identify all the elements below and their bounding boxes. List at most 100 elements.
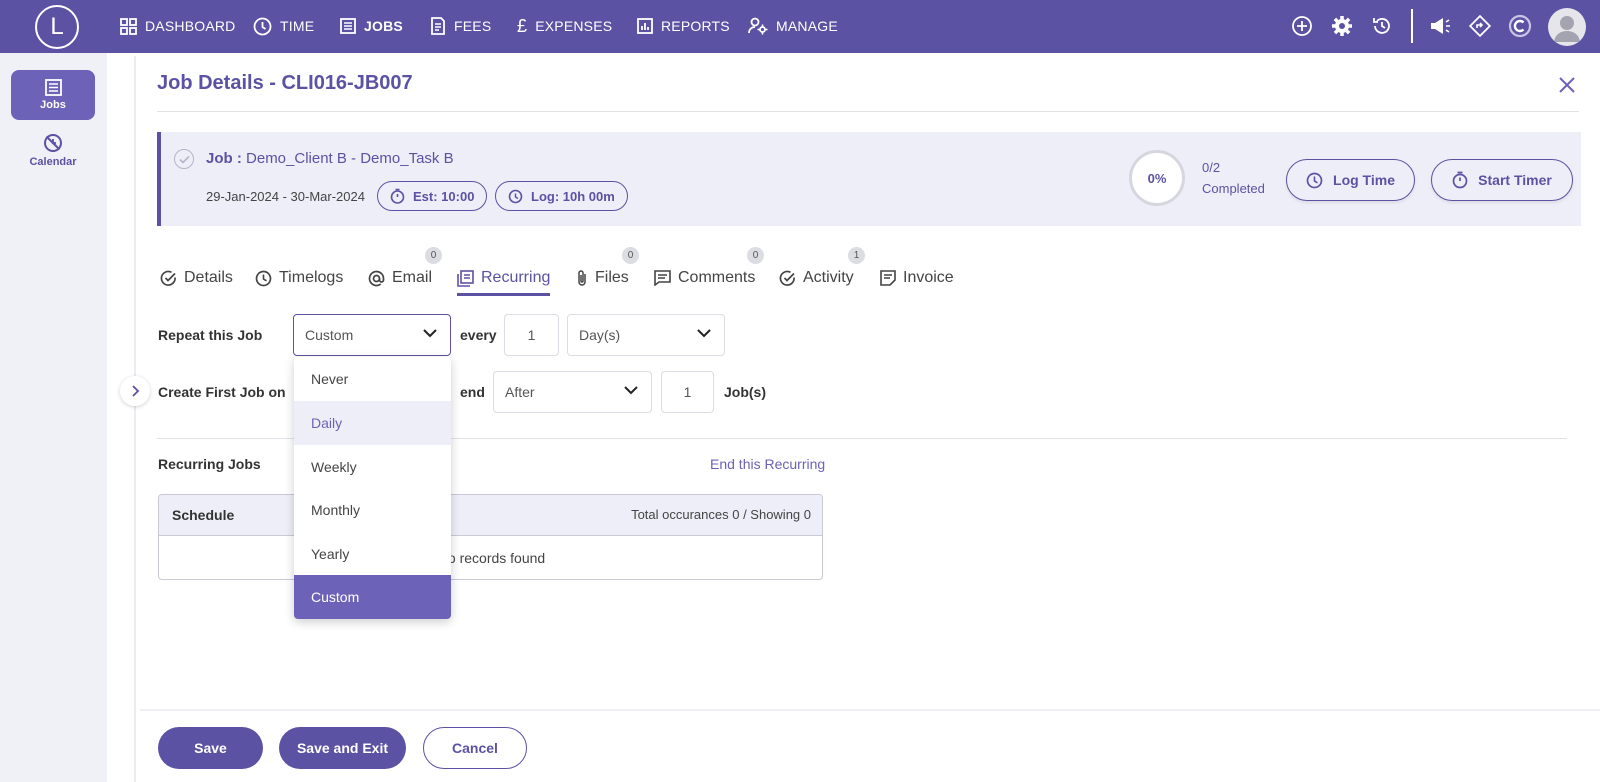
check-circle-icon — [160, 270, 177, 287]
tab-comments[interactable]: Comments — [654, 262, 755, 294]
job-name-value: Demo_Client B - Demo_Task B — [246, 150, 454, 167]
start-timer-button[interactable]: Start Timer — [1431, 159, 1573, 201]
gear-icon[interactable] — [1329, 13, 1355, 39]
progress-percent: 0% — [1147, 170, 1167, 186]
diamond-direction-icon[interactable] — [1467, 13, 1493, 39]
every-input[interactable] — [504, 314, 559, 356]
repeat-select[interactable]: Custom — [293, 314, 451, 356]
email-count-badge: 0 — [425, 247, 442, 264]
dropdown-option-monthly[interactable]: Monthly — [294, 488, 451, 532]
end-recurring-link[interactable]: End this Recurring — [710, 456, 825, 472]
tab-label: Comments — [678, 269, 756, 286]
stopwatch-icon — [1452, 171, 1468, 189]
table-header: Schedule Total occurances 0 / Showing 0 — [159, 495, 822, 536]
c-brand-icon[interactable] — [1507, 13, 1533, 39]
manage-icon — [748, 17, 768, 35]
activity-count-badge: 1 — [848, 247, 865, 264]
total-occurances: Total occurances 0 / Showing 0 — [631, 507, 811, 522]
sidebar-item-calendar[interactable]: Calendar — [11, 125, 95, 175]
estimate-badge: Est: 10:00 — [377, 181, 488, 211]
megaphone-icon[interactable] — [1427, 13, 1453, 39]
nav-label: EXPENSES — [535, 18, 613, 34]
bar-chart-icon — [637, 18, 653, 34]
nav-expenses[interactable]: £ EXPENSES — [517, 14, 612, 38]
comment-icon — [654, 270, 671, 286]
close-icon[interactable] — [1556, 74, 1578, 96]
chevron-down-icon — [423, 329, 437, 338]
recurring-jobs-title: Recurring Jobs — [158, 456, 261, 472]
save-and-exit-button[interactable]: Save and Exit — [279, 727, 406, 769]
complete-check-icon[interactable] — [174, 149, 194, 169]
nav-time[interactable]: TIME — [253, 14, 314, 38]
clock-icon — [255, 270, 272, 287]
clock-icon — [1306, 172, 1323, 189]
nav-dashboard[interactable]: DASHBOARD — [120, 14, 235, 38]
tab-activity[interactable]: Activity — [779, 262, 854, 294]
nav-fees[interactable]: FEES — [430, 14, 491, 38]
recurring-icon — [457, 269, 474, 287]
left-sidebar: Jobs Calendar — [0, 53, 107, 782]
dropdown-option-custom[interactable]: Custom — [294, 575, 451, 619]
page-title: Job Details - CLI016-JB007 — [157, 72, 413, 94]
tab-files[interactable]: Files — [576, 262, 629, 294]
dropdown-option-weekly[interactable]: Weekly — [294, 445, 451, 489]
sidebar-item-label: Calendar — [29, 155, 77, 168]
clock-icon — [508, 189, 523, 204]
tab-timelogs[interactable]: Timelogs — [255, 262, 343, 294]
logged-badge: Log: 10h 00m — [495, 181, 628, 211]
nav-jobs[interactable]: JOBS — [340, 14, 403, 38]
comments-count-badge: 0 — [747, 247, 764, 264]
job-dates: 29-Jan-2024 - 30-Mar-2024 — [206, 189, 365, 204]
empty-state: No records found — [437, 550, 546, 566]
estimate-text: Est: 10:00 — [413, 188, 475, 204]
logged-text: Log: 10h 00m — [531, 188, 615, 204]
nav-label: REPORTS — [661, 18, 730, 34]
tab-label: Recurring — [481, 269, 551, 286]
cancel-button[interactable]: Cancel — [423, 727, 527, 769]
sidebar-item-jobs[interactable]: Jobs — [11, 70, 95, 120]
dropdown-option-yearly[interactable]: Yearly — [294, 532, 451, 576]
add-circle-icon[interactable] — [1289, 13, 1315, 39]
progress-ring: 0% — [1129, 150, 1185, 206]
completed-count: 0/2 — [1202, 160, 1221, 175]
chevron-down-icon — [697, 329, 711, 338]
nav-label: DASHBOARD — [145, 18, 236, 34]
log-time-label: Log Time — [1333, 172, 1395, 188]
repeat-select-value: Custom — [305, 327, 354, 343]
nav-manage[interactable]: MANAGE — [748, 14, 838, 38]
calendar-off-icon — [43, 133, 63, 153]
tab-email[interactable]: Email — [368, 262, 432, 294]
end-select[interactable]: After — [493, 371, 652, 413]
unit-select[interactable]: Day(s) — [567, 314, 725, 356]
history-icon[interactable] — [1369, 13, 1395, 39]
end-count-input[interactable] — [661, 371, 714, 413]
top-navbar: L DASHBOARD TIME JOBS FEES £ EXPENSES RE… — [0, 0, 1600, 53]
receipt-icon — [430, 17, 446, 35]
tab-details[interactable]: Details — [160, 262, 233, 294]
every-label: every — [460, 327, 497, 343]
dropdown-option-never[interactable]: Never — [294, 357, 451, 401]
tab-label: Timelogs — [279, 269, 344, 286]
dropdown-option-daily[interactable]: Daily — [294, 401, 451, 445]
completed-label: Completed — [1202, 181, 1265, 196]
files-count-badge: 0 — [622, 247, 639, 264]
expand-sidebar-button[interactable] — [120, 376, 150, 406]
unit-select-value: Day(s) — [579, 327, 621, 343]
save-button[interactable]: Save — [158, 727, 263, 769]
job-name: Job : Demo_Client B - Demo_Task B — [206, 150, 454, 167]
tab-label: Email — [392, 269, 433, 286]
divider — [140, 709, 1600, 711]
chevron-down-icon — [624, 386, 638, 395]
first-job-label: Create First Job on — [158, 384, 286, 400]
repeat-dropdown-menu: Never Daily Weekly Monthly Yearly Custom — [294, 357, 451, 619]
tab-invoice[interactable]: Invoice — [880, 262, 954, 294]
end-label: end — [460, 384, 485, 400]
repeat-label: Repeat this Job — [158, 327, 263, 343]
app-logo[interactable]: L — [35, 5, 79, 49]
avatar[interactable] — [1548, 8, 1586, 46]
nav-reports[interactable]: REPORTS — [637, 14, 730, 38]
chevron-right-icon — [132, 385, 140, 397]
tab-recurring[interactable]: Recurring — [457, 262, 551, 296]
log-time-button[interactable]: Log Time — [1286, 159, 1415, 201]
recurring-jobs-table: Schedule Total occurances 0 / Showing 0 … — [158, 494, 823, 580]
